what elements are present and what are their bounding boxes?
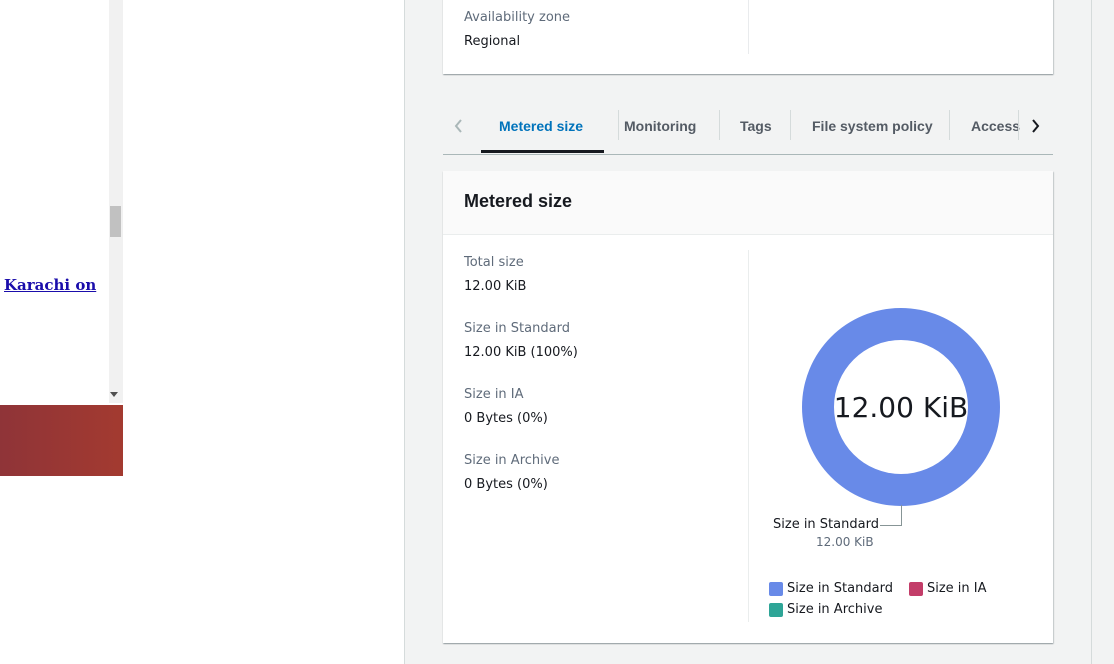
stat-label: Size in Standard [464, 321, 570, 336]
stat-size-archive: Size in Archive 0 Bytes (0%) [464, 453, 578, 493]
stat-value: 0 Bytes (0%) [464, 477, 548, 492]
stat-size-standard: Size in Standard 12.00 KiB (100%) [464, 321, 578, 361]
legend-swatch [769, 602, 783, 617]
stat-total-size: Total size 12.00 KiB [464, 255, 578, 295]
chevron-left-icon[interactable] [449, 116, 469, 136]
card-title: Metered size [464, 191, 573, 211]
tab-access[interactable]: Access [971, 100, 1020, 152]
callout-value: 12.00 KiB [816, 535, 874, 549]
scrollbar[interactable] [109, 0, 123, 403]
legend-item-archive[interactable]: Size in Archive [769, 602, 882, 617]
content-divider [1091, 0, 1092, 664]
legend-label: Size in Standard [787, 581, 893, 596]
column-divider [748, 0, 749, 54]
scrollbar-thumb[interactable] [110, 206, 121, 237]
tab-separator [618, 110, 619, 140]
tab-bar: Metered size Monitoring Tags File system… [443, 100, 1053, 155]
stat-label: Size in IA [464, 387, 524, 402]
tab-separator [1018, 110, 1019, 140]
tab-separator [719, 110, 720, 140]
card-header: Metered size [443, 171, 1053, 235]
tab-separator [949, 110, 950, 140]
chevron-right-icon[interactable] [1025, 116, 1045, 136]
file-system-summary-card: Availability zone Regional [443, 0, 1053, 74]
legend-swatch [908, 581, 923, 596]
stat-value: 12.00 KiB (100%) [464, 345, 578, 360]
background-banner [0, 405, 123, 476]
donut-chart-svg [802, 308, 1000, 506]
donut-slice-size-in-standard[interactable] [802, 308, 1000, 506]
callout-title: Size in Standard [773, 517, 879, 532]
legend-label: Size in Archive [787, 602, 883, 617]
metered-size-card: Metered size Total size 12.00 KiB Size i… [443, 171, 1053, 643]
availability-zone-value: Regional [464, 34, 521, 49]
tab-tags[interactable]: Tags [740, 100, 772, 152]
console-content: Availability zone Regional Metered size … [404, 0, 1114, 664]
scroll-down-arrow-icon[interactable] [110, 392, 118, 397]
tab-file-system-policy[interactable]: File system policy [812, 100, 933, 152]
callout-leader-line [880, 505, 902, 526]
stat-value: 0 Bytes (0%) [464, 411, 548, 426]
legend-item-standard[interactable]: Size in Standard [769, 581, 893, 596]
donut-chart: 12.00 KiB [801, 307, 1001, 507]
background-link[interactable]: Karachi on [4, 276, 96, 294]
background-document: Karachi on [0, 0, 109, 403]
stat-label: Size in Archive [464, 453, 560, 468]
tab-metered-size[interactable]: Metered size [480, 100, 605, 153]
legend-label: Size in IA [926, 581, 987, 596]
availability-zone-field: Availability zone Regional [464, 10, 570, 50]
tab-monitoring[interactable]: Monitoring [624, 100, 696, 152]
stat-label: Total size [464, 255, 524, 270]
chart-legend: Size in Standard Size in IA Size in Arch… [769, 581, 986, 623]
stat-size-ia: Size in IA 0 Bytes (0%) [464, 387, 578, 427]
column-divider [748, 250, 749, 622]
stat-value: 12.00 KiB [464, 279, 527, 294]
availability-zone-label: Availability zone [464, 10, 571, 25]
legend-item-ia[interactable]: Size in IA [908, 581, 987, 596]
tab-separator [790, 110, 791, 140]
background-page: Karachi on [0, 0, 404, 664]
size-stats: Total size 12.00 KiB Size in Standard 12… [464, 255, 578, 519]
legend-swatch [769, 581, 783, 596]
